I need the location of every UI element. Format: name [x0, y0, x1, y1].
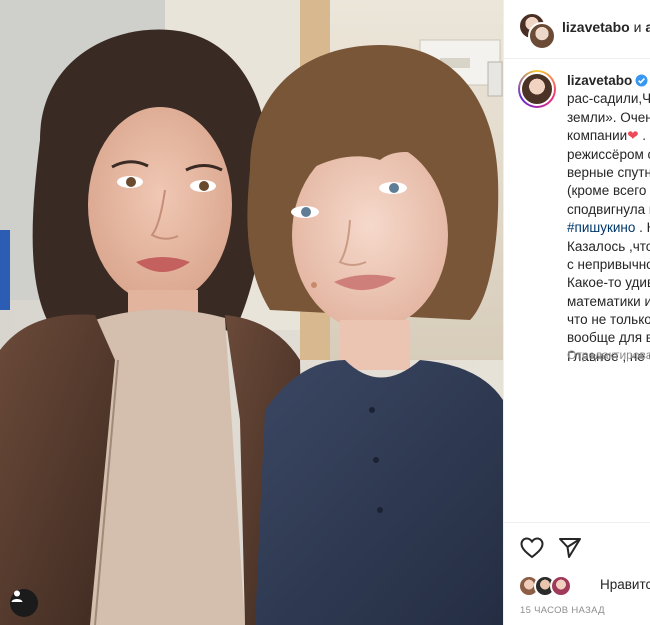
- paper-plane-icon: [559, 538, 581, 558]
- share-button[interactable]: [558, 537, 582, 564]
- caption-line: верные спутн: [567, 164, 650, 180]
- post-header: lizavetabo и al: [504, 0, 650, 59]
- caption-line: Какое-то удив: [567, 275, 650, 291]
- coauthor-avatar[interactable]: [528, 22, 556, 50]
- like-button[interactable]: [520, 537, 544, 564]
- caption-avatar-image: [520, 72, 554, 106]
- post-side-panel: lizavetabo и al lizavetabo « рас-садили,…: [503, 0, 650, 625]
- header-coauthor[interactable]: al: [645, 19, 650, 35]
- header-conjunction: и: [633, 19, 642, 35]
- caption-line: рас-садили,Чт: [567, 91, 650, 107]
- likes-text: Нравится juli: [600, 577, 650, 592]
- post-timestamp[interactable]: 15 ЧАСОВ НАЗАД: [520, 605, 605, 616]
- caption-line-text: компании: [567, 128, 628, 144]
- caption-line: (кроме всего с: [567, 183, 650, 199]
- post-actions: Нравится juli 15 ЧАСОВ НАЗАД: [504, 522, 650, 625]
- caption-line: земли». Очень: [567, 109, 650, 125]
- tagged-users-button[interactable]: [10, 589, 38, 617]
- liker-avatar: [550, 575, 572, 597]
- caption-line: математики и: [567, 293, 650, 309]
- person-icon: [11, 590, 23, 602]
- edited-label: Отредактирован: [567, 348, 650, 362]
- caption-line: Казалось ,что: [567, 238, 650, 254]
- caption-line: режиссёром с: [567, 146, 650, 162]
- caption-line: вообще для в: [567, 330, 650, 346]
- caption-line: компании❤ .: [567, 127, 650, 145]
- caption-line: что не только: [567, 312, 650, 328]
- post-photo[interactable]: [0, 0, 503, 625]
- post-caption: lizavetabo « рас-садили,Чт земли». Очень…: [567, 72, 650, 366]
- caption-line: сподвигнула м: [567, 201, 650, 217]
- caption-line: lizavetabo «: [567, 72, 650, 90]
- caption-hashtag-suffix: . К: [639, 220, 650, 236]
- caption-heart-suffix: .: [638, 128, 647, 144]
- heart-outline-icon: [520, 537, 544, 559]
- header-username[interactable]: lizavetabo: [562, 19, 630, 35]
- caption-line: с непривычно: [567, 256, 650, 272]
- likes-label: Нравится: [600, 577, 650, 592]
- caption-avatar[interactable]: [518, 70, 556, 108]
- caption-line: #пишукино . К: [567, 219, 650, 237]
- verified-badge-icon: [635, 74, 648, 87]
- photo-illustration: [0, 0, 503, 625]
- header-avatars[interactable]: [518, 12, 556, 50]
- header-authors: lizavetabo и al: [562, 19, 650, 35]
- hashtag-link[interactable]: #пишукино: [567, 220, 635, 235]
- caption-username[interactable]: lizavetabo: [567, 73, 632, 88]
- heart-emoji: ❤: [627, 128, 639, 144]
